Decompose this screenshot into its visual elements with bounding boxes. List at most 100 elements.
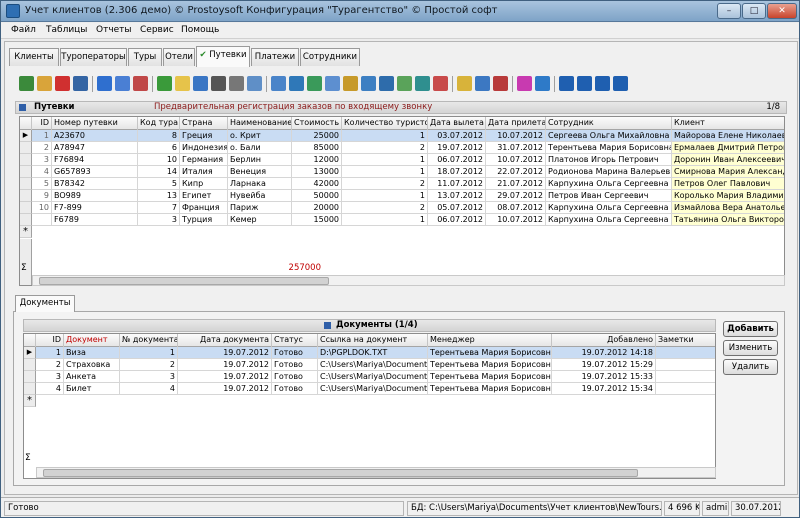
trip-cell-depart[interactable]: 03.07.2012 xyxy=(428,130,486,142)
doc-cell-doc[interactable]: Страховка xyxy=(64,359,120,371)
col-cost[interactable]: Стоимость xyxy=(292,117,342,130)
trip-cell-arrive[interactable]: 29.07.2012 xyxy=(486,190,546,202)
doc-cell-id[interactable]: 2 xyxy=(36,359,64,371)
trip-cell-number[interactable]: F6789 xyxy=(52,214,138,226)
new-row-marker[interactable]: * xyxy=(24,395,36,407)
trip-cell-employee[interactable]: Карпухина Ольга Сергеевна xyxy=(546,202,672,214)
next-icon[interactable] xyxy=(595,76,610,91)
filter-add-icon[interactable] xyxy=(115,76,130,91)
doc-cell-num[interactable]: 2 xyxy=(120,359,178,371)
minimize-button[interactable]: – xyxy=(717,3,741,19)
col-doc-date[interactable]: Дата документа xyxy=(178,334,272,347)
trip-cell-number[interactable]: B78342 xyxy=(52,178,138,190)
tab-operators[interactable]: Туроператоры xyxy=(60,48,127,66)
menu-service[interactable]: Сервис xyxy=(140,25,174,35)
trip-cell-tour[interactable]: 10 xyxy=(138,154,180,166)
doc-cell-status[interactable]: Готово xyxy=(272,347,318,359)
col-doc-added[interactable]: Добавлено xyxy=(552,334,656,347)
trip-cell-employee[interactable]: Карпухина Ольга Сергеевна xyxy=(546,214,672,226)
export-icon[interactable] xyxy=(307,76,322,91)
col-arrive[interactable]: Дата прилета xyxy=(486,117,546,130)
doc-cell-manager[interactable]: Терентьева Мария Борисовна xyxy=(428,347,552,359)
col-tourists[interactable]: Количество туристов xyxy=(342,117,428,130)
trip-cell-id[interactable]: 3 xyxy=(32,154,52,166)
trip-cell-cost[interactable]: 15000 xyxy=(292,214,342,226)
trip-cell-id[interactable]: 9 xyxy=(32,190,52,202)
tab-hotels[interactable]: Отели xyxy=(163,48,195,66)
trip-cell-tourists[interactable]: 1 xyxy=(342,166,428,178)
row-indicator[interactable] xyxy=(24,371,36,383)
doc-cell-num[interactable]: 3 xyxy=(120,371,178,383)
trip-cell-arrive[interactable]: 10.07.2012 xyxy=(486,154,546,166)
scroll-thumb[interactable] xyxy=(39,277,329,285)
tab-payments[interactable]: Платежи xyxy=(251,48,299,66)
menu-help[interactable]: Помощь xyxy=(181,25,219,35)
col-doc-name[interactable]: Документ xyxy=(64,334,120,347)
trip-cell-tour[interactable]: 6 xyxy=(138,142,180,154)
trip-cell-number[interactable]: A78947 xyxy=(52,142,138,154)
paste-icon[interactable] xyxy=(289,76,304,91)
doc-cell-id[interactable]: 3 xyxy=(36,371,64,383)
trip-cell-employee[interactable]: Терентьева Мария Борисовна xyxy=(546,142,672,154)
trip-cell-employee[interactable]: Сергеева Ольга Михайловна xyxy=(546,130,672,142)
prev-icon[interactable] xyxy=(577,76,592,91)
chart-icon[interactable] xyxy=(475,76,490,91)
doc-cell-status[interactable]: Готово xyxy=(272,371,318,383)
trip-cell-name[interactable]: Кемер xyxy=(228,214,292,226)
trip-cell-country[interactable]: Франция xyxy=(180,202,228,214)
doc-cell-notes[interactable] xyxy=(656,347,715,359)
row-indicator[interactable] xyxy=(20,154,32,166)
doc-cell-num[interactable]: 4 xyxy=(120,383,178,395)
trip-cell-depart[interactable]: 11.07.2012 xyxy=(428,178,486,190)
trip-cell-depart[interactable]: 05.07.2012 xyxy=(428,202,486,214)
trip-cell-country[interactable]: Кипр xyxy=(180,178,228,190)
col-depart[interactable]: Дата вылета xyxy=(428,117,486,130)
trip-cell-cost[interactable]: 25000 xyxy=(292,130,342,142)
delete-icon[interactable] xyxy=(55,76,70,91)
trip-cell-name[interactable]: Венеция xyxy=(228,166,292,178)
doc-cell-doc[interactable]: Билет xyxy=(64,383,120,395)
row-indicator[interactable]: ▶ xyxy=(20,130,32,142)
trip-cell-id[interactable]: 5 xyxy=(32,178,52,190)
list-icon[interactable] xyxy=(493,76,508,91)
filter-icon[interactable] xyxy=(97,76,112,91)
trip-cell-cost[interactable]: 85000 xyxy=(292,142,342,154)
trip-cell-name[interactable]: о. Бали xyxy=(228,142,292,154)
doc-cell-date[interactable]: 19.07.2012 xyxy=(178,371,272,383)
trip-cell-name[interactable]: Берлин xyxy=(228,154,292,166)
doc-cell-id[interactable]: 4 xyxy=(36,383,64,395)
scroll-thumb[interactable] xyxy=(43,469,638,477)
col-employee[interactable]: Сотрудник xyxy=(546,117,672,130)
doc-cell-link[interactable]: C:\Users\Mariya\Documents xyxy=(318,359,428,371)
trip-cell-employee[interactable]: Карпухина Ольга Сергеевна xyxy=(546,178,672,190)
trip-cell-tour[interactable]: 7 xyxy=(138,202,180,214)
trip-cell-country[interactable]: Египет xyxy=(180,190,228,202)
trip-cell-tourists[interactable]: 1 xyxy=(342,154,428,166)
trip-cell-number[interactable]: A23670 xyxy=(52,130,138,142)
doc-cell-manager[interactable]: Терентьева Мария Борисовна xyxy=(428,359,552,371)
doc-cell-manager[interactable]: Терентьева Мария Борисовна xyxy=(428,371,552,383)
trip-cell-id[interactable]: 2 xyxy=(32,142,52,154)
trip-cell-id[interactable]: 10 xyxy=(32,202,52,214)
trip-cell-id[interactable]: 1 xyxy=(32,130,52,142)
trip-cell-tourists[interactable]: 1 xyxy=(342,214,428,226)
col-name[interactable]: Наименование xyxy=(228,117,292,130)
calc-icon[interactable] xyxy=(415,76,430,91)
col-id[interactable]: ID xyxy=(32,117,52,130)
trip-cell-tourists[interactable]: 2 xyxy=(342,142,428,154)
col-doc-link[interactable]: Ссылка на документ xyxy=(318,334,428,347)
trip-cell-cost[interactable]: 13000 xyxy=(292,166,342,178)
doc-cell-num[interactable]: 1 xyxy=(120,347,178,359)
row-indicator[interactable] xyxy=(20,202,32,214)
report-icon[interactable] xyxy=(379,76,394,91)
row-indicator[interactable] xyxy=(20,214,32,226)
documents-hscrollbar[interactable] xyxy=(36,467,716,478)
list-icon[interactable] xyxy=(433,76,448,91)
report-icon[interactable] xyxy=(457,76,472,91)
add-icon[interactable] xyxy=(19,76,34,91)
trip-cell-name[interactable]: Ларнака xyxy=(228,178,292,190)
col-doc-id[interactable]: ID xyxy=(36,334,64,347)
delete-document-button[interactable]: Удалить xyxy=(723,359,778,375)
doc-cell-added[interactable]: 19.07.2012 14:18 xyxy=(552,347,656,359)
trip-cell-client[interactable]: Королько Мария Владимировна xyxy=(672,190,784,202)
